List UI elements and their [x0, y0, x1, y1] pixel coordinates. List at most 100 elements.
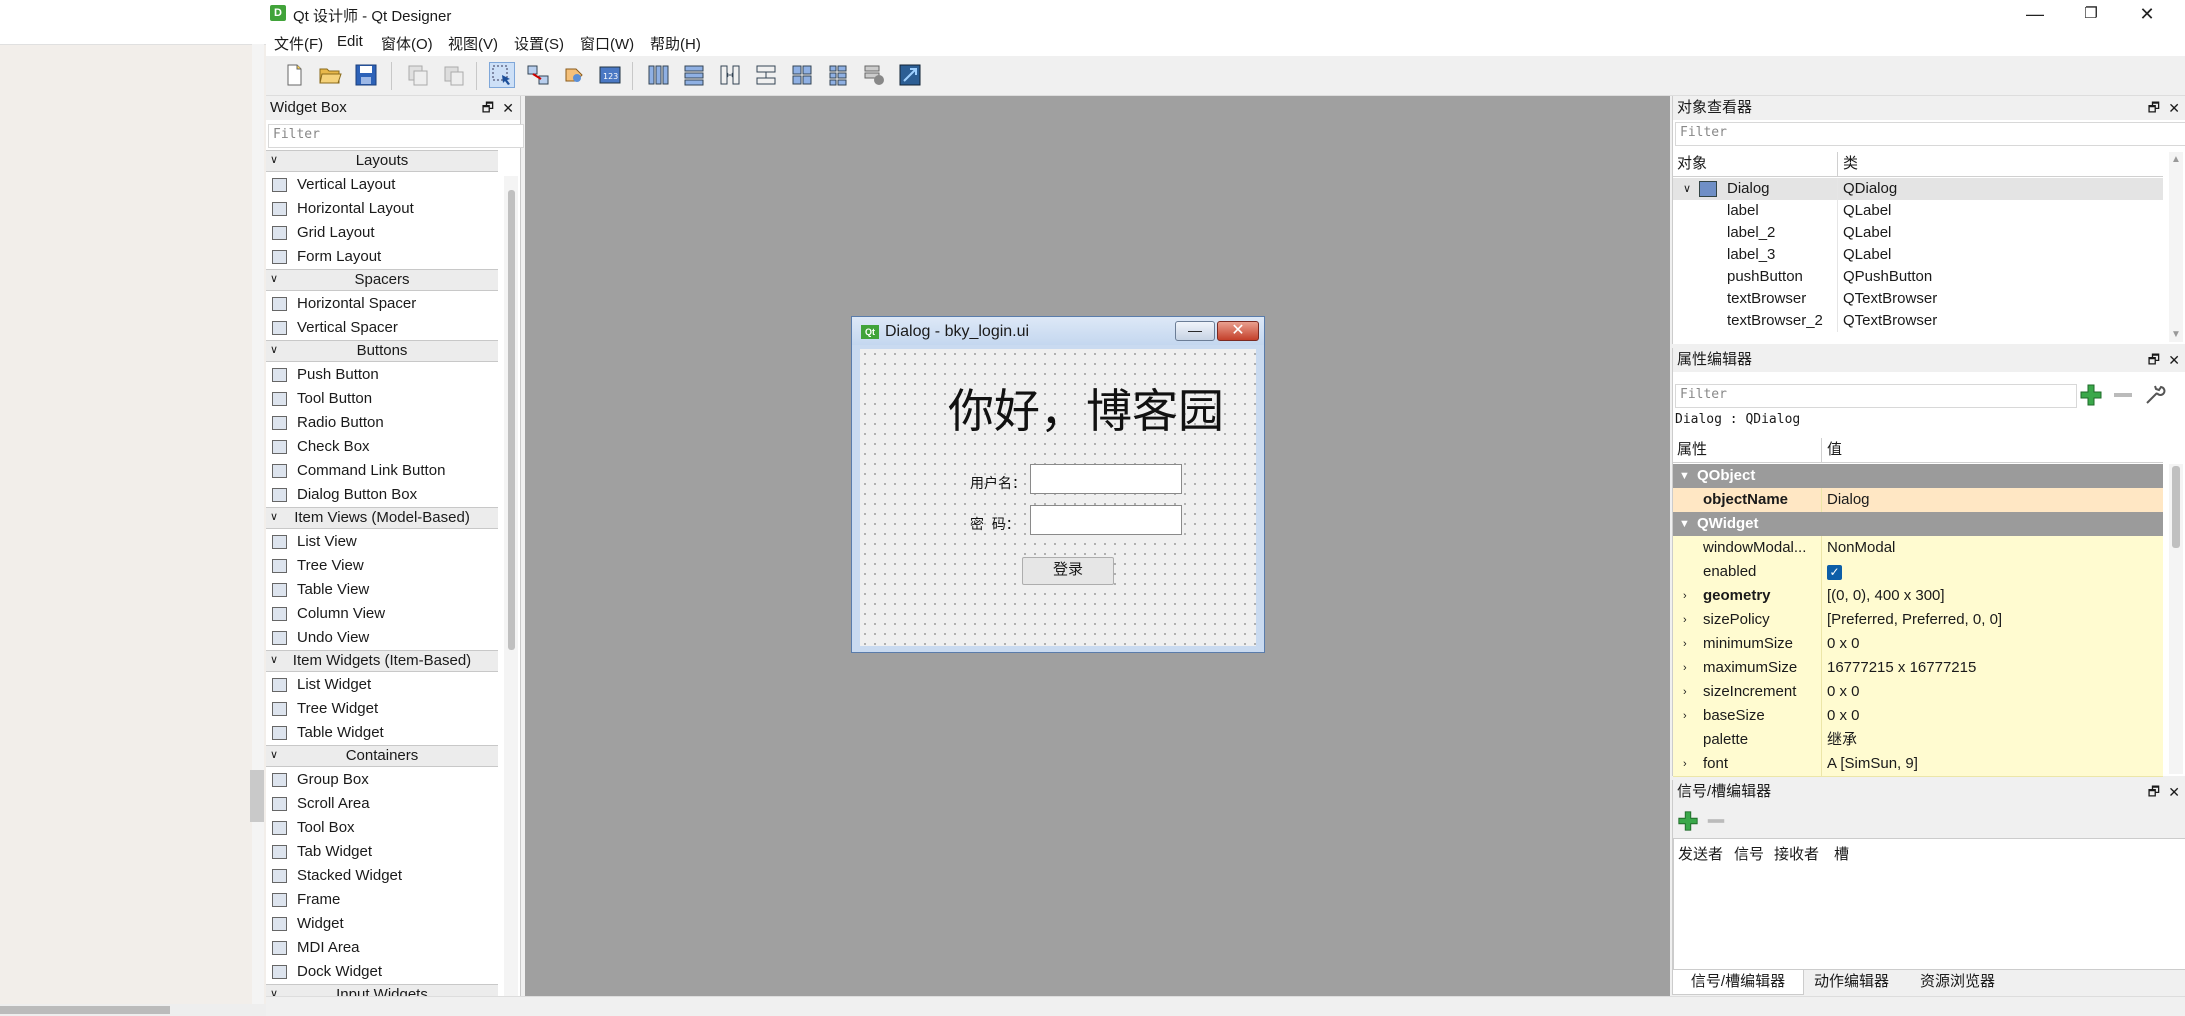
- add-dynamic-property-icon[interactable]: [2079, 383, 2103, 407]
- chevron-right-icon[interactable]: ›: [1683, 752, 1687, 776]
- column-sender[interactable]: 发送者: [1678, 843, 1723, 864]
- property-value[interactable]: Dialog: [1827, 488, 1870, 512]
- background-hscrollbar-thumb[interactable]: [0, 1006, 170, 1014]
- property-row[interactable]: › font A [SimSun, 9]: [1673, 752, 2163, 777]
- widget-item[interactable]: Vertical Spacer: [266, 316, 498, 340]
- chevron-down-icon[interactable]: ▼: [1679, 512, 1690, 536]
- float-icon[interactable]: 🗗: [2148, 348, 2160, 372]
- menu-window[interactable]: 窗口(W): [580, 33, 634, 54]
- scroll-down-icon[interactable]: ▼: [2171, 329, 2181, 340]
- close-button[interactable]: ✕: [2119, 0, 2175, 28]
- chevron-right-icon[interactable]: ›: [1683, 632, 1687, 656]
- property-row[interactable]: › sizePolicy [Preferred, Preferred, 0, 0]: [1673, 608, 2163, 633]
- dialog-heading-label[interactable]: 你好，博客园: [948, 375, 1224, 441]
- background-scrollbar[interactable]: [252, 44, 264, 1004]
- property-row[interactable]: enabled ✓: [1673, 560, 2163, 585]
- property-value[interactable]: 0 x 0: [1827, 632, 1860, 656]
- remove-connection-icon[interactable]: [1705, 810, 1727, 832]
- object-tree-row[interactable]: label_3 QLabel: [1673, 244, 2163, 266]
- category-header[interactable]: ∨ Layouts: [266, 150, 498, 172]
- widget-item[interactable]: Tab Widget: [266, 840, 498, 864]
- break-layout-icon[interactable]: [862, 63, 886, 87]
- column-object[interactable]: 对象: [1677, 152, 1707, 176]
- tab-action-editor[interactable]: 动作编辑器: [1814, 970, 1889, 994]
- property-value[interactable]: NonModal: [1827, 536, 1895, 560]
- edit-buddies-icon[interactable]: [562, 63, 586, 87]
- widget-item[interactable]: Table View: [266, 578, 498, 602]
- property-row-objectname[interactable]: objectName Dialog: [1673, 488, 2163, 513]
- category-header[interactable]: ∨ Buttons: [266, 340, 498, 362]
- property-row[interactable]: › geometry [(0, 0), 400 x 300]: [1673, 584, 2163, 609]
- edit-widgets-icon[interactable]: [489, 62, 515, 88]
- property-value[interactable]: 0 x 0: [1827, 680, 1860, 704]
- dialog-close-button[interactable]: ✕: [1217, 321, 1259, 341]
- widget-item[interactable]: List View: [266, 530, 498, 554]
- tab-signal-slot-editor[interactable]: 信号/槽编辑器: [1672, 970, 1804, 995]
- layout-vertical-icon[interactable]: [682, 63, 706, 87]
- widget-item[interactable]: Form Layout: [266, 245, 498, 269]
- paste-icon[interactable]: [442, 63, 466, 87]
- open-folder-icon[interactable]: [318, 63, 342, 87]
- chevron-down-icon[interactable]: ∨: [270, 341, 278, 360]
- menu-edit[interactable]: Edit: [337, 33, 363, 50]
- dialog-minimize-button[interactable]: —: [1175, 321, 1215, 341]
- property-row[interactable]: windowModal... NonModal: [1673, 536, 2163, 561]
- chevron-down-icon[interactable]: ▼: [1679, 464, 1690, 488]
- widget-item[interactable]: Horizontal Spacer: [266, 292, 498, 316]
- category-header[interactable]: ∨ Item Widgets (Item-Based): [266, 650, 498, 672]
- widget-item[interactable]: Dialog Button Box: [266, 483, 498, 507]
- configure-wrench-icon[interactable]: [2143, 383, 2167, 407]
- enabled-checkbox[interactable]: ✓: [1827, 565, 1842, 580]
- property-scrollbar-thumb[interactable]: [2172, 466, 2180, 548]
- widget-item[interactable]: Dock Widget: [266, 960, 498, 984]
- object-tree-row[interactable]: pushButton QPushButton: [1673, 266, 2163, 288]
- close-icon[interactable]: ✕: [2168, 780, 2180, 804]
- property-row[interactable]: › sizeIncrement 0 x 0: [1673, 680, 2163, 705]
- splitter-vertical-icon[interactable]: [754, 63, 778, 87]
- widget-item[interactable]: Push Button: [266, 363, 498, 387]
- remove-property-icon[interactable]: [2111, 383, 2135, 407]
- chevron-right-icon[interactable]: ›: [1683, 608, 1687, 632]
- property-group-qobject[interactable]: ▼ QObject: [1673, 464, 2163, 488]
- username-text-browser[interactable]: [1030, 464, 1182, 494]
- float-icon[interactable]: 🗗: [2148, 96, 2160, 120]
- property-row[interactable]: › baseSize 0 x 0: [1673, 704, 2163, 729]
- widget-item[interactable]: Column View: [266, 602, 498, 626]
- widget-item[interactable]: Scroll Area: [266, 792, 498, 816]
- dialog-form-window[interactable]: Qt Dialog - bky_login.ui — ✕ 你好，博客园 用户名：…: [851, 316, 1265, 653]
- property-value[interactable]: 0 x 0: [1827, 704, 1860, 728]
- column-receiver[interactable]: 接收者: [1774, 843, 1819, 864]
- widget-box-scrollbar-thumb[interactable]: [508, 190, 515, 650]
- property-value[interactable]: A [SimSun, 9]: [1827, 752, 1918, 776]
- copy-icon[interactable]: [406, 63, 430, 87]
- property-editor-scrollbar[interactable]: [2169, 464, 2183, 774]
- column-value[interactable]: 值: [1827, 438, 1842, 462]
- object-inspector-scrollbar[interactable]: ▲ ▼: [2169, 152, 2183, 342]
- category-header[interactable]: ∨ Item Views (Model-Based): [266, 507, 498, 529]
- close-icon[interactable]: ✕: [2168, 96, 2180, 120]
- minimize-button[interactable]: —: [2007, 0, 2063, 28]
- widget-item[interactable]: Vertical Layout: [266, 173, 498, 197]
- widget-item[interactable]: Grid Layout: [266, 221, 498, 245]
- widget-item[interactable]: List Widget: [266, 673, 498, 697]
- widget-item[interactable]: Frame: [266, 888, 498, 912]
- object-tree-row[interactable]: textBrowser QTextBrowser: [1673, 288, 2163, 310]
- splitter-horizontal-icon[interactable]: [718, 63, 742, 87]
- widget-item[interactable]: MDI Area: [266, 936, 498, 960]
- property-row[interactable]: › maximumSize 16777215 x 16777215: [1673, 656, 2163, 681]
- chevron-right-icon[interactable]: ›: [1683, 680, 1687, 704]
- widget-item[interactable]: Table Widget: [266, 721, 498, 745]
- object-tree-row[interactable]: textBrowser_2 QTextBrowser: [1673, 310, 2163, 332]
- chevron-down-icon[interactable]: ∨: [1683, 178, 1691, 200]
- background-scrollbar-thumb[interactable]: [250, 770, 264, 822]
- new-file-icon[interactable]: [282, 63, 306, 87]
- chevron-right-icon[interactable]: ›: [1683, 656, 1687, 680]
- widget-item[interactable]: Tool Button: [266, 387, 498, 411]
- property-value[interactable]: [Preferred, Preferred, 0, 0]: [1827, 608, 2002, 632]
- password-label[interactable]: 密 码：: [970, 514, 1020, 534]
- column-slot[interactable]: 槽: [1834, 843, 1849, 864]
- tab-resource-browser[interactable]: 资源浏览器: [1920, 970, 1995, 994]
- widget-item[interactable]: Radio Button: [266, 411, 498, 435]
- password-text-browser[interactable]: [1030, 505, 1182, 535]
- menu-form[interactable]: 窗体(O): [381, 33, 433, 54]
